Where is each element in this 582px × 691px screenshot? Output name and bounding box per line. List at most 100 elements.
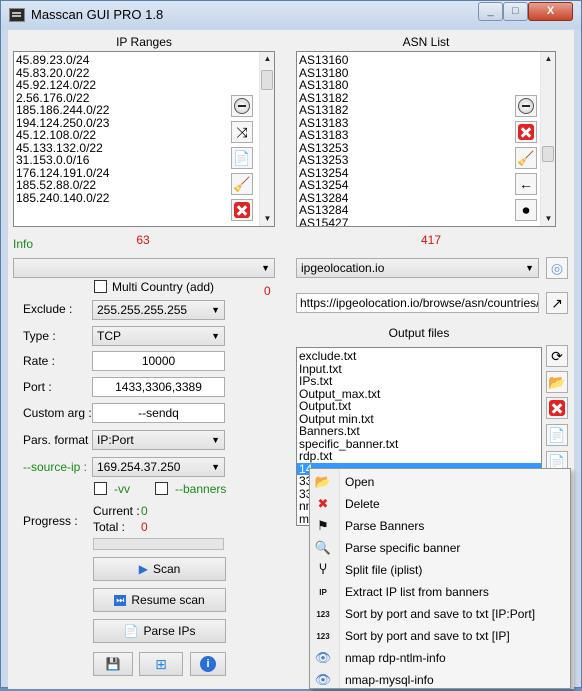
- banners-label: --banners: [175, 482, 227, 496]
- back-button[interactable]: ←: [515, 173, 537, 195]
- type-label: Type :: [23, 329, 56, 343]
- list-item[interactable]: AS13160: [297, 54, 555, 67]
- context-menu-item[interactable]: ✖ Delete: [310, 493, 570, 515]
- type-value: TCP: [97, 329, 121, 343]
- delete-file-button[interactable]: [546, 397, 568, 419]
- arrow-left-icon: ←: [519, 176, 533, 192]
- banners-checkbox[interactable]: [155, 482, 168, 495]
- chevron-down-icon: ▼: [211, 331, 220, 341]
- list-item[interactable]: specific_banner.txt: [297, 437, 541, 451]
- shuffle-icon: ⤨: [236, 124, 248, 140]
- close-button[interactable]: X: [528, 2, 573, 21]
- vv-label: -vv: [114, 482, 130, 496]
- port-field[interactable]: 1433,3306,3389: [92, 377, 225, 397]
- custom-arg-field[interactable]: --sendq: [92, 403, 225, 423]
- save-icon: 💾: [105, 657, 121, 671]
- chevron-down-icon: ▼: [261, 263, 270, 273]
- pars-format-value: IP:Port: [97, 433, 134, 447]
- globe-button[interactable]: ◎: [546, 257, 568, 279]
- context-menu-label: Parse Banners: [345, 519, 425, 533]
- eye-icon: 👁: [314, 650, 332, 665]
- ip-ranges-scrollbar[interactable]: ▲ ▼: [259, 52, 274, 226]
- app-icon: [9, 8, 25, 22]
- context-menu: 📂 Open ✖ Delete ⚑ Parse Banners 🔍 Parse specifi…: [309, 468, 571, 689]
- folder-open-icon: 📂: [314, 474, 332, 489]
- list-item[interactable]: exclude.txt: [297, 350, 541, 363]
- remove-asn-button[interactable]: [515, 95, 537, 117]
- search-icon: 🔍: [314, 540, 332, 555]
- list-item[interactable]: Banners.txt: [297, 425, 541, 438]
- remove-range-button[interactable]: [231, 95, 253, 117]
- refresh-button[interactable]: ⟳: [546, 345, 568, 367]
- flag-icon: ⚑: [317, 518, 329, 533]
- clean-asn-button[interactable]: 🧹: [515, 147, 537, 169]
- maximize-button[interactable]: □: [503, 2, 528, 21]
- clear-asn-button[interactable]: [515, 121, 537, 143]
- provider-url-field[interactable]: https://ipgeolocation.io/browse/asn/coun…: [296, 293, 539, 313]
- file-action-button[interactable]: 📄: [546, 424, 568, 446]
- context-menu-item[interactable]: ⚑ Parse Banners: [310, 515, 570, 537]
- eye-icon: 👁: [314, 672, 332, 687]
- pars-format-select[interactable]: IP:Port ▼: [92, 430, 225, 450]
- open-folder-button[interactable]: 📂: [546, 371, 568, 393]
- asn-list-title: ASN List: [402, 35, 450, 49]
- type-select[interactable]: TCP ▼: [92, 326, 225, 346]
- parse-button-label: Parse IPs: [143, 624, 196, 638]
- list-item[interactable]: rdp.txt: [297, 450, 541, 463]
- rate-field[interactable]: 10000: [92, 351, 225, 371]
- broom-icon: 🧹: [517, 150, 535, 166]
- country-select[interactable]: ▼: [13, 258, 275, 278]
- context-menu-item[interactable]: 🔍 Parse specific banner: [310, 537, 570, 559]
- context-menu-item[interactable]: 123 Sort by port and save to txt [IP]: [310, 625, 570, 647]
- context-menu-label: Open: [345, 475, 375, 489]
- list-item[interactable]: IPs.txt: [297, 375, 541, 388]
- provider-select-value: ipgeolocation.io: [301, 261, 385, 275]
- resume-scan-button[interactable]: ⏭ Resume scan: [93, 588, 226, 612]
- scroll-thumb[interactable]: [542, 146, 554, 162]
- asn-list-scrollbar[interactable]: ▲ ▼: [540, 52, 555, 226]
- delete-icon: [234, 202, 250, 218]
- clean-button[interactable]: 🧹: [231, 173, 253, 195]
- source-ip-label: --source-ip :: [23, 460, 88, 474]
- scroll-up-icon[interactable]: ▲: [541, 52, 555, 66]
- about-button[interactable]: i: [190, 652, 226, 676]
- list-item[interactable]: 45.89.23.0/24: [14, 54, 274, 67]
- paste-button[interactable]: 📄: [231, 147, 253, 169]
- provider-select[interactable]: ipgeolocation.io ▼: [296, 258, 539, 278]
- windows-button[interactable]: ⊞: [139, 652, 183, 676]
- clear-ranges-button[interactable]: [231, 199, 253, 221]
- context-menu-label: Sort by port and save to txt [IP]: [345, 629, 510, 643]
- scroll-thumb[interactable]: [261, 70, 273, 90]
- chevron-down-icon: ▼: [211, 462, 220, 472]
- vv-checkbox[interactable]: [94, 482, 107, 495]
- scroll-up-icon[interactable]: ▲: [260, 52, 274, 66]
- list-item[interactable]: 45.92.124.0/22: [14, 79, 274, 92]
- exclude-select[interactable]: 255.255.255.255 ▼: [92, 300, 225, 320]
- output-files-title: Output files: [388, 326, 450, 340]
- parse-ips-button[interactable]: 📄 Parse IPs: [93, 619, 226, 643]
- open-url-button[interactable]: ↗: [546, 292, 568, 314]
- source-ip-select[interactable]: 169.254.37.250 ▼: [92, 457, 225, 477]
- list-item[interactable]: AS13180: [297, 79, 555, 92]
- scroll-down-icon[interactable]: ▼: [260, 212, 274, 226]
- minus-icon: [234, 98, 250, 114]
- broom-icon: 🧹: [233, 176, 251, 192]
- refresh-icon: ⟳: [551, 348, 563, 364]
- info-icon: i: [200, 656, 216, 672]
- export-button[interactable]: 💾: [93, 652, 133, 676]
- context-menu-item[interactable]: Ⴤ Split file (iplist): [310, 559, 570, 581]
- title-bar[interactable]: Masscan GUI PRO 1.8 _ □ X: [1, 1, 581, 29]
- scan-button[interactable]: ▶ Scan: [93, 557, 226, 581]
- context-menu-item[interactable]: 123 Sort by port and save to txt [IP:Port…: [310, 603, 570, 625]
- context-menu-item[interactable]: IP Extract IP list from banners: [310, 581, 570, 603]
- shuffle-button[interactable]: ⤨: [231, 121, 253, 143]
- context-menu-item[interactable]: 📂 Open: [310, 471, 570, 493]
- list-item[interactable]: Output.txt: [297, 400, 541, 413]
- scroll-down-icon[interactable]: ▼: [541, 212, 555, 226]
- document-icon: 📄: [123, 624, 139, 638]
- multi-country-checkbox[interactable]: [94, 280, 107, 293]
- minimize-button[interactable]: _: [478, 2, 503, 21]
- list-item[interactable]: Input.txt: [297, 362, 541, 376]
- stop-button[interactable]: ⏺: [515, 199, 537, 221]
- context-menu-item[interactable]: 👁 nmap rdp-ntlm-info: [310, 647, 570, 669]
